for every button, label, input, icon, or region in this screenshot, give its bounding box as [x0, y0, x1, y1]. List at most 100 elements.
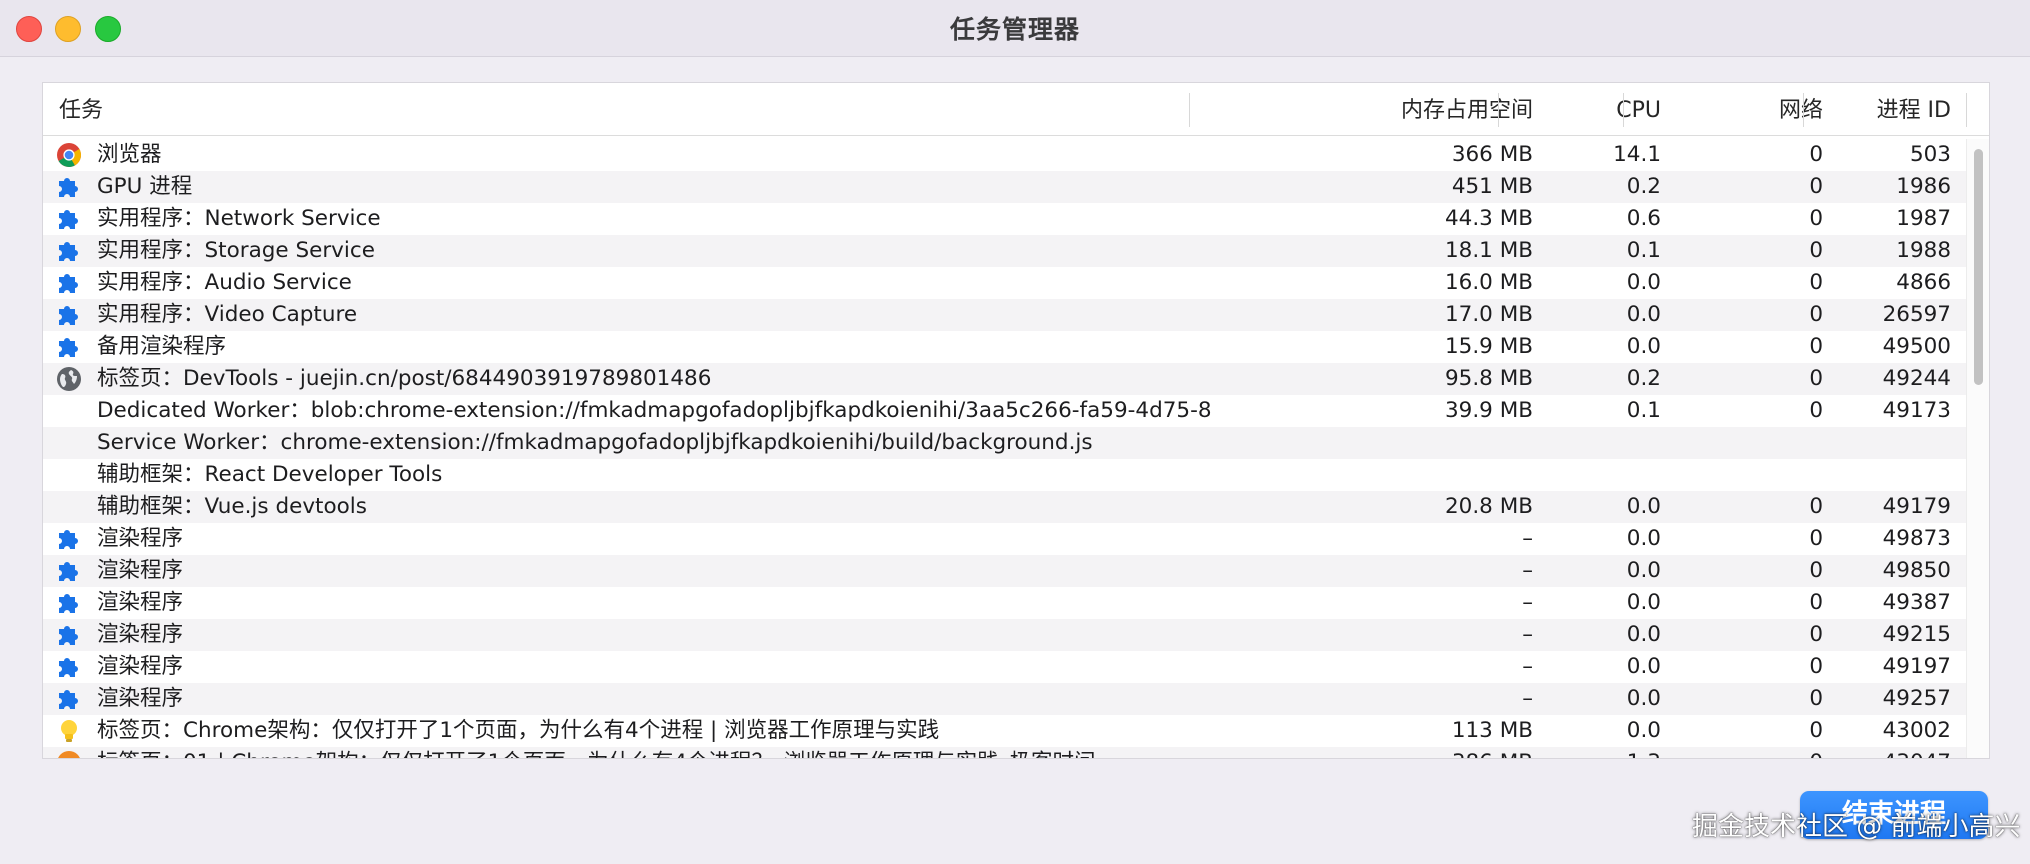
memory-cell: –	[1522, 622, 1533, 647]
memory-cell: –	[1522, 654, 1533, 679]
cpu-cell: 0.6	[1626, 206, 1661, 231]
network-cell: 0	[1809, 686, 1823, 711]
table-row[interactable]: 标签页：DevTools - juejin.cn/post/6844903919…	[43, 363, 1966, 395]
pid-cell: 1987	[1896, 206, 1951, 231]
puzzle-icon	[56, 238, 82, 264]
table-row[interactable]: GPU 进程 451 MB 0.2 0 1986	[43, 171, 1966, 203]
memory-cell: 113 MB	[1451, 718, 1533, 743]
table-row[interactable]: 渲染程序 – 0.0 0 49873	[43, 523, 1966, 555]
memory-cell: 39.9 MB	[1444, 398, 1533, 423]
network-cell: 0	[1809, 238, 1823, 263]
pid-cell: 49257	[1882, 686, 1951, 711]
table-row[interactable]: Dedicated Worker：blob:chrome-extension:/…	[43, 395, 1966, 427]
table-row[interactable]: 浏览器 366 MB 14.1 0 503	[43, 139, 1966, 171]
network-cell: 0	[1809, 526, 1823, 551]
memory-cell: 44.3 MB	[1444, 206, 1533, 231]
pid-cell	[1833, 427, 1951, 459]
table-row[interactable]: 标签页：01 | Chrome架构：仅仅打开了1个页面，为什么有4个进程？_浏览…	[43, 747, 1966, 758]
cpu-cell: 0.0	[1626, 302, 1661, 327]
memory-cell: 15.9 MB	[1444, 334, 1533, 359]
task-name-cell: 标签页：01 | Chrome架构：仅仅打开了1个页面，为什么有4个进程？_浏览…	[97, 747, 1232, 758]
task-name-cell: 标签页：DevTools - juejin.cn/post/6844903919…	[97, 366, 712, 391]
table-row[interactable]: 实用程序：Audio Service 16.0 MB 0.0 0 4866	[43, 267, 1966, 299]
orange-tab-icon	[56, 750, 82, 758]
table-row[interactable]: 标签页：Chrome架构：仅仅打开了1个页面，为什么有4个进程 | 浏览器工作原…	[43, 715, 1966, 747]
memory-cell: 16.0 MB	[1444, 270, 1533, 295]
memory-cell: 20.8 MB	[1444, 494, 1533, 519]
table-header: 任务 内存占用空间 CPU 网络 进程 ID	[43, 83, 1989, 136]
watermark-text: 掘金技术社区 @ 前端小高兴	[1692, 812, 2021, 842]
pid-cell: 49173	[1882, 398, 1951, 423]
puzzle-icon	[56, 622, 82, 648]
table-row[interactable]: Service Worker：chrome-extension://fmkadm…	[43, 427, 1966, 459]
column-header-memory[interactable]: 内存占用空间	[1193, 83, 1533, 135]
network-cell: 0	[1809, 654, 1823, 679]
cpu-cell: 0.0	[1626, 494, 1661, 519]
column-divider	[1966, 93, 1967, 127]
vertical-scrollbar[interactable]	[1966, 139, 1989, 758]
table-row[interactable]: 辅助框架：React Developer Tools	[43, 459, 1966, 491]
puzzle-icon	[56, 334, 82, 360]
task-name-cell: 辅助框架：Vue.js devtools	[97, 494, 367, 519]
table-row[interactable]: 渲染程序 – 0.0 0 49215	[43, 619, 1966, 651]
table-row[interactable]: 渲染程序 – 0.0 0 49257	[43, 683, 1966, 715]
table-row[interactable]: 实用程序：Storage Service 18.1 MB 0.1 0 1988	[43, 235, 1966, 267]
column-divider[interactable]	[1623, 93, 1624, 127]
table-row[interactable]: 辅助框架：Vue.js devtools 20.8 MB 0.0 0 49179	[43, 491, 1966, 523]
pid-cell: 49873	[1882, 526, 1951, 551]
task-name-cell: GPU 进程	[97, 174, 193, 199]
task-name-cell: Service Worker：chrome-extension://fmkadm…	[97, 430, 1093, 455]
memory-cell: 17.0 MB	[1444, 302, 1533, 327]
cpu-cell	[1543, 459, 1661, 491]
table-row[interactable]: 备用渲染程序 15.9 MB 0.0 0 49500	[43, 331, 1966, 363]
task-name-cell: 浏览器	[97, 142, 162, 167]
scrollbar-thumb[interactable]	[1974, 149, 1983, 385]
table-row[interactable]: 渲染程序 – 0.0 0 49197	[43, 651, 1966, 683]
cpu-cell	[1543, 427, 1661, 459]
puzzle-icon	[56, 686, 82, 712]
task-name-cell: 辅助框架：React Developer Tools	[97, 462, 443, 487]
task-name-cell: 实用程序：Audio Service	[97, 270, 352, 295]
memory-cell	[1193, 459, 1533, 491]
network-cell: 0	[1809, 142, 1823, 167]
column-divider[interactable]	[1189, 93, 1190, 127]
table-row[interactable]: 实用程序：Video Capture 17.0 MB 0.0 0 26597	[43, 299, 1966, 331]
pid-cell: 43047	[1833, 747, 1951, 758]
task-name-cell: 渲染程序	[97, 526, 184, 551]
cpu-cell: 0.0	[1626, 334, 1661, 359]
column-header-cpu[interactable]: CPU	[1543, 83, 1661, 135]
pid-cell: 49387	[1882, 590, 1951, 615]
table-row[interactable]: 渲染程序 – 0.0 0 49850	[43, 555, 1966, 587]
network-cell: 0	[1809, 718, 1823, 743]
network-cell: 0	[1809, 174, 1823, 199]
cpu-cell: 0.1	[1626, 238, 1661, 263]
pid-cell: 4866	[1896, 270, 1951, 295]
memory-cell: 451 MB	[1451, 174, 1533, 199]
memory-cell: 95.8 MB	[1444, 366, 1533, 391]
column-header-network[interactable]: 网络	[1673, 83, 1823, 135]
network-cell	[1673, 459, 1823, 491]
memory-cell: –	[1522, 558, 1533, 583]
column-header-pid[interactable]: 进程 ID	[1833, 83, 1951, 135]
table-row[interactable]: 渲染程序 – 0.0 0 49387	[43, 587, 1966, 619]
cpu-cell: 0.0	[1626, 558, 1661, 583]
task-name-cell: Dedicated Worker：blob:chrome-extension:/…	[97, 398, 1212, 423]
network-cell: 0	[1809, 590, 1823, 615]
task-name-cell: 渲染程序	[97, 590, 184, 615]
column-divider[interactable]	[1498, 93, 1499, 127]
memory-cell: 386 MB	[1193, 747, 1533, 758]
table-row[interactable]: 实用程序：Network Service 44.3 MB 0.6 0 1987	[43, 203, 1966, 235]
globe-icon	[56, 366, 82, 392]
memory-cell: –	[1522, 686, 1533, 711]
column-header-task[interactable]: 任务	[59, 83, 1209, 135]
cpu-cell: 0.0	[1626, 686, 1661, 711]
network-cell: 0	[1809, 302, 1823, 327]
memory-cell	[1193, 427, 1533, 459]
network-cell: 0	[1809, 494, 1823, 519]
task-name-cell: 标签页：Chrome架构：仅仅打开了1个页面，为什么有4个进程 | 浏览器工作原…	[97, 718, 940, 743]
pid-cell: 49244	[1882, 366, 1951, 391]
pid-cell: 49179	[1882, 494, 1951, 519]
column-divider[interactable]	[1803, 93, 1804, 127]
network-cell	[1673, 427, 1823, 459]
memory-cell: –	[1522, 526, 1533, 551]
